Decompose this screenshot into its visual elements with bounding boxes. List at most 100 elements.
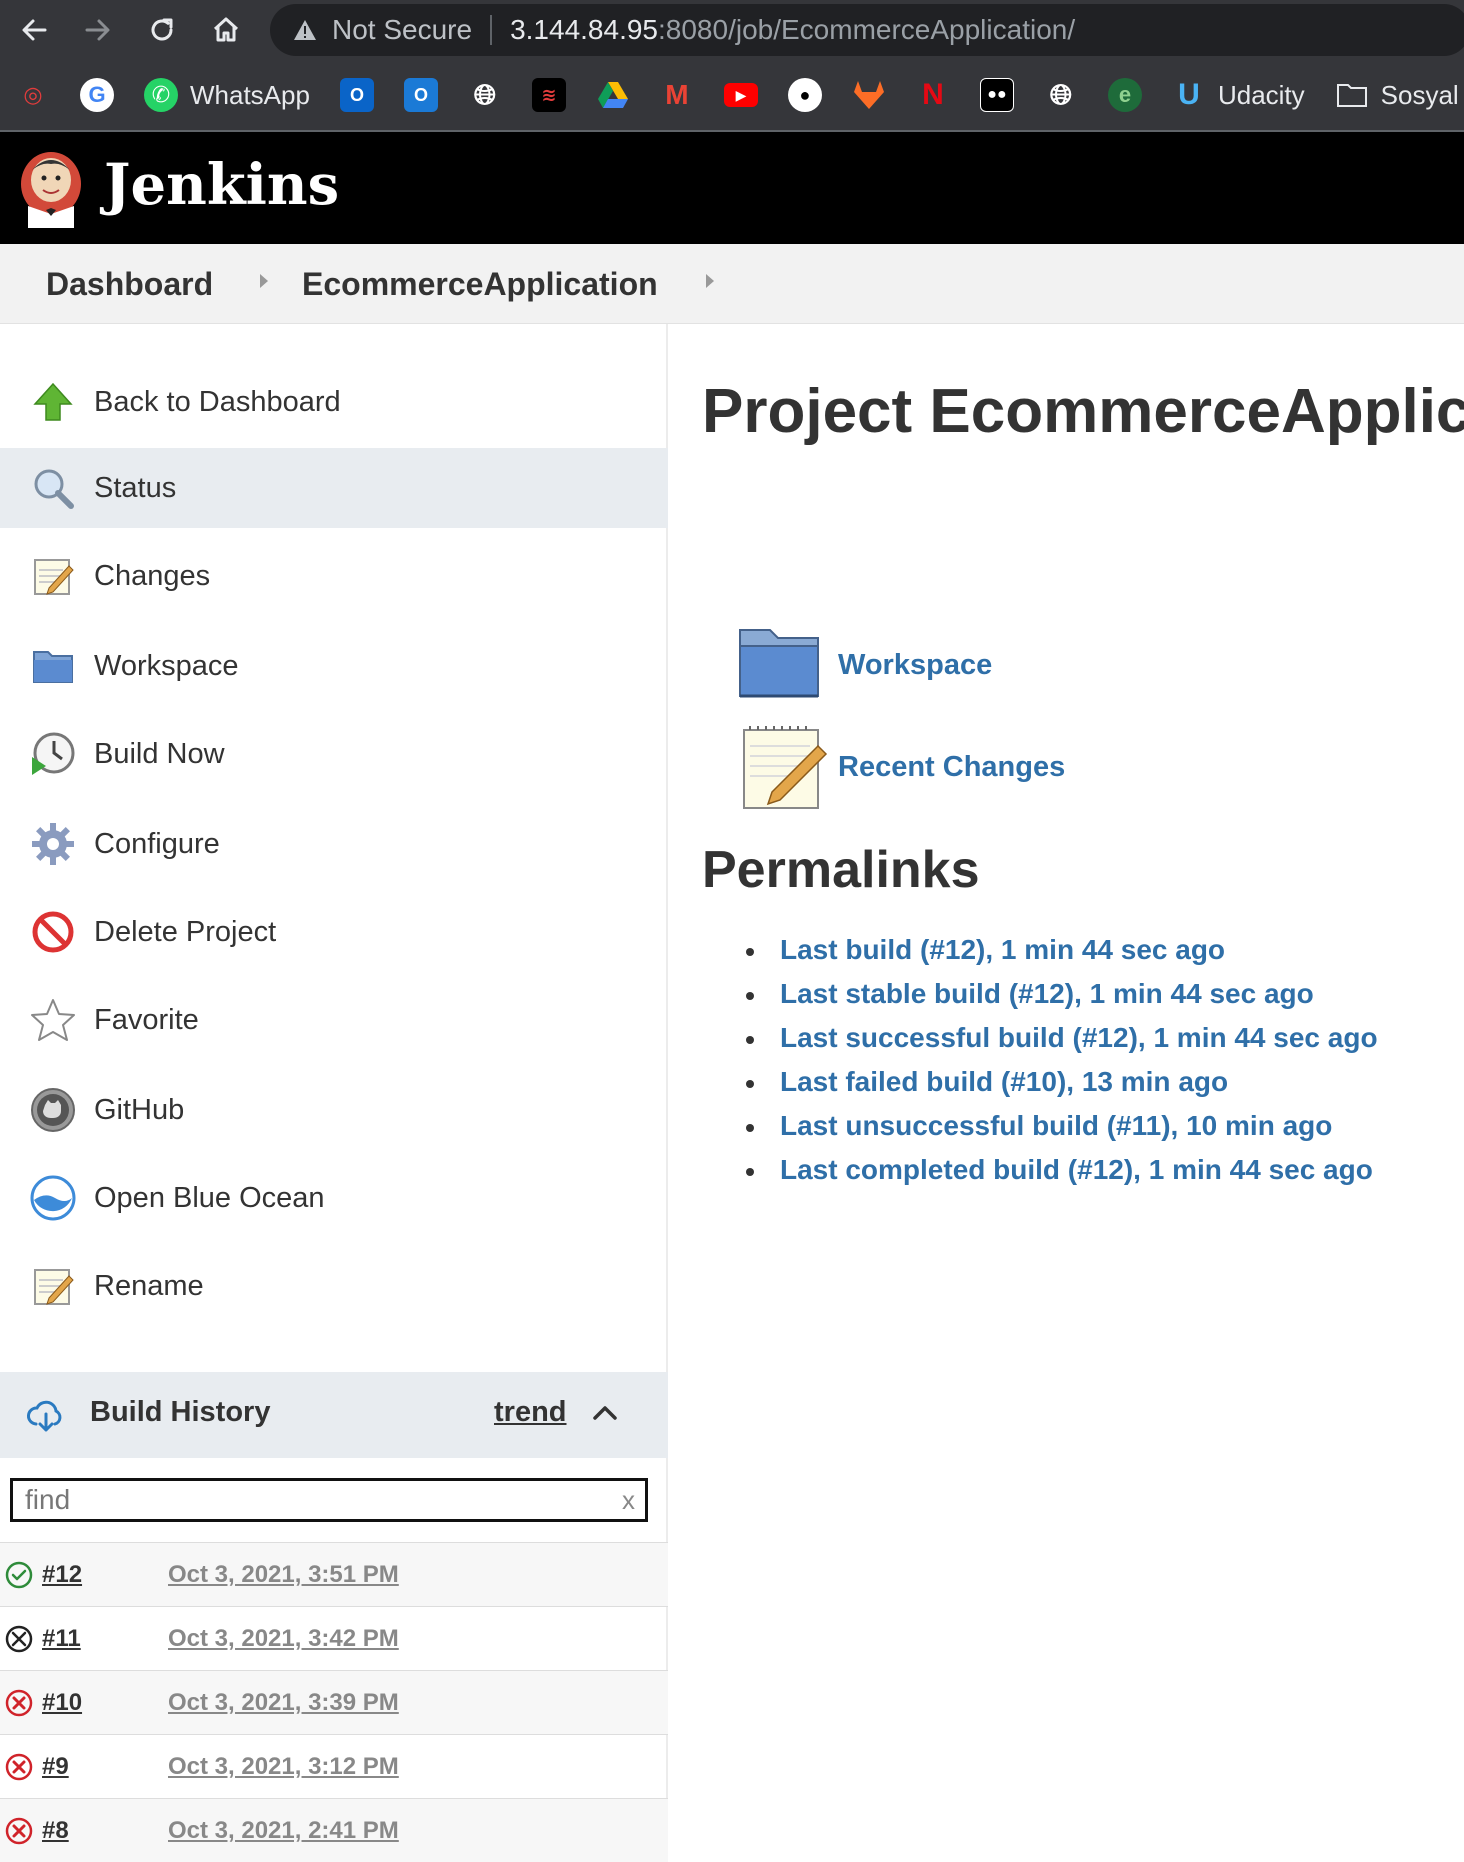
build-date-link[interactable]: Oct 3, 2021, 2:41 PM xyxy=(168,1817,399,1845)
build-date-link[interactable]: Oct 3, 2021, 3:51 PM xyxy=(168,1561,399,1589)
bookmark-globe[interactable]: 🌐︎ xyxy=(468,78,502,112)
bookmark-netflix[interactable]: N xyxy=(916,78,950,112)
breadcrumb-arrow-icon[interactable] xyxy=(706,274,714,288)
not-secure-label[interactable]: Not Secure xyxy=(332,14,472,46)
bookmarks-bar: ◎ G ✆ WhatsApp O O 🌐︎ ≋ M ▶ ● N ●● 🌐︎ e U… xyxy=(0,66,1464,124)
build-number-link[interactable]: #11 xyxy=(42,1625,81,1653)
sidebar-item-label: Changes xyxy=(94,559,211,592)
build-date-link[interactable]: Oct 3, 2021, 3:12 PM xyxy=(168,1753,399,1781)
bookmark-gmail[interactable]: M xyxy=(660,78,694,112)
bookmark-google[interactable]: G xyxy=(80,78,114,112)
chevron-up-icon[interactable] xyxy=(590,1398,620,1428)
sidebar-item-delete-project[interactable]: Delete Project xyxy=(0,892,668,972)
permalink-last-failed-build[interactable]: Last failed build (#10), 13 min ago xyxy=(746,1066,1378,1110)
clear-filter-button[interactable]: x xyxy=(622,1485,635,1516)
build-date-link[interactable]: Oct 3, 2021, 3:42 PM xyxy=(168,1625,399,1653)
success-icon xyxy=(5,1561,33,1589)
app-icon: e xyxy=(1107,78,1142,112)
sidebar-item-status[interactable]: Status xyxy=(0,448,668,528)
breadcrumb-project[interactable]: EcommerceApplication xyxy=(302,266,658,303)
notepad-icon xyxy=(28,551,78,601)
jenkins-logo-icon[interactable] xyxy=(20,150,82,228)
forward-icon[interactable] xyxy=(76,8,120,52)
bookmark-label: Sosyal xyxy=(1380,79,1459,110)
medium-icon: ●● xyxy=(979,78,1014,112)
google-icon: G xyxy=(80,78,114,112)
permalink-last-build[interactable]: Last build (#12), 1 min 44 sec ago xyxy=(746,934,1378,978)
build-row: #10 Oct 3, 2021, 3:39 PM xyxy=(0,1670,668,1734)
home-icon[interactable] xyxy=(204,8,248,52)
bookmark-app-2[interactable]: ≋ xyxy=(531,78,566,112)
sidebar-item-label: Build Now xyxy=(94,737,225,770)
build-number-link[interactable]: #10 xyxy=(42,1689,82,1717)
cloud-icon xyxy=(27,1400,62,1432)
sidebar-item-configure[interactable]: Configure xyxy=(0,804,668,884)
workspace-link[interactable]: Workspace xyxy=(838,649,992,682)
bookmark-folder-sosyal[interactable]: Sosyal xyxy=(1335,78,1459,112)
up-arrow-icon xyxy=(28,377,78,427)
sidebar-item-label: Rename xyxy=(94,1269,204,1302)
clock-icon xyxy=(28,729,78,779)
sidebar-item-label: Favorite xyxy=(94,1003,199,1036)
workspace-link-row[interactable]: Workspace xyxy=(736,620,992,710)
aborted-icon xyxy=(5,1625,33,1653)
bookmark-app[interactable]: ◎ xyxy=(16,78,50,112)
breadcrumb-arrow-icon[interactable] xyxy=(260,274,268,288)
jenkins-title[interactable]: Jenkins xyxy=(104,152,339,218)
sidebar-item-label: Workspace xyxy=(94,649,239,682)
bookmark-gitlab[interactable] xyxy=(852,78,886,112)
outlook-icon: O xyxy=(403,78,438,112)
bookmark-outlook[interactable]: O xyxy=(339,78,374,112)
permalink-last-completed-build[interactable]: Last completed build (#12), 1 min 44 sec… xyxy=(746,1154,1378,1198)
permalink-last-successful-build[interactable]: Last successful build (#12), 1 min 44 se… xyxy=(746,1022,1378,1066)
build-date-link[interactable]: Oct 3, 2021, 3:39 PM xyxy=(168,1689,399,1717)
build-row: #11 Oct 3, 2021, 3:42 PM xyxy=(0,1606,668,1670)
bookmark-github[interactable]: ● xyxy=(787,78,822,112)
bookmark-youtube[interactable]: ▶ xyxy=(723,83,758,107)
bookmark-udacity[interactable]: U Udacity xyxy=(1172,78,1305,112)
build-history-title: Build History xyxy=(90,1396,271,1428)
youtube-icon: ▶ xyxy=(723,83,758,107)
sidebar-item-favorite[interactable]: Favorite xyxy=(0,980,668,1060)
bookmark-medium[interactable]: ●● xyxy=(979,78,1014,112)
bookmark-drive[interactable] xyxy=(596,78,630,112)
bookmark-globe-2[interactable]: 🌐︎ xyxy=(1044,78,1078,112)
recent-changes-link-row[interactable]: Recent Changes xyxy=(736,722,1065,812)
udacity-icon: U xyxy=(1178,78,1200,111)
permalink-last-stable-build[interactable]: Last stable build (#12), 1 min 44 sec ag… xyxy=(746,978,1378,1022)
sidebar-item-changes[interactable]: Changes xyxy=(0,536,668,616)
sidebar-item-build-now[interactable]: Build Now xyxy=(0,714,668,794)
back-icon[interactable] xyxy=(12,8,56,52)
gmail-icon: M xyxy=(665,79,689,110)
failed-icon xyxy=(5,1689,33,1717)
build-filter-input[interactable] xyxy=(13,1481,613,1519)
breadcrumb-dashboard[interactable]: Dashboard xyxy=(46,266,213,303)
sidebar-item-workspace[interactable]: Workspace xyxy=(0,626,668,706)
bookmark-outlook-2[interactable]: O xyxy=(403,78,438,112)
trend-link[interactable]: trend xyxy=(494,1396,567,1429)
sidebar-item-back-to-dashboard[interactable]: Back to Dashboard xyxy=(0,362,668,442)
gitlab-icon xyxy=(852,78,886,112)
build-number-link[interactable]: #12 xyxy=(42,1561,82,1589)
build-number-link[interactable]: #9 xyxy=(42,1753,69,1781)
recent-changes-link[interactable]: Recent Changes xyxy=(838,751,1065,784)
address-bar[interactable]: Not Secure 3.144.84.95:8080/job/Ecommerc… xyxy=(270,4,1464,56)
build-filter-box: x xyxy=(10,1478,648,1522)
breadcrumb: Dashboard EcommerceApplication xyxy=(0,244,1464,324)
sidebar-item-github[interactable]: GitHub xyxy=(0,1070,668,1150)
build-number-link[interactable]: #8 xyxy=(42,1817,69,1845)
build-row: #8 Oct 3, 2021, 2:41 PM xyxy=(0,1798,668,1862)
reload-icon[interactable] xyxy=(140,8,184,52)
address-row: Not Secure 3.144.84.95:8080/job/Ecommerc… xyxy=(0,0,1464,60)
folder-icon xyxy=(1335,78,1369,112)
whatsapp-icon: ✆ xyxy=(144,78,178,112)
globe-icon: 🌐︎ xyxy=(1049,78,1073,110)
bookmark-app-3[interactable]: e xyxy=(1107,78,1142,112)
sidebar-item-open-blue-ocean[interactable]: Open Blue Ocean xyxy=(0,1158,668,1238)
failed-icon xyxy=(5,1753,33,1781)
bookmark-whatsapp[interactable]: ✆ WhatsApp xyxy=(144,78,310,112)
sidebar-item-rename[interactable]: Rename xyxy=(0,1246,668,1326)
github-icon xyxy=(28,1085,78,1135)
permalink-last-unsuccessful-build[interactable]: Last unsuccessful build (#11), 10 min ag… xyxy=(746,1110,1378,1154)
permalinks-list: Last build (#12), 1 min 44 sec ago Last … xyxy=(746,934,1378,1198)
